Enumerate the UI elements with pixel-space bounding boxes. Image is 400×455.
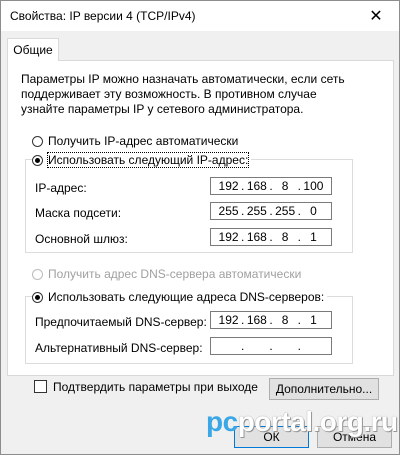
gateway-input[interactable]: 192. 168. 8. 1 (210, 228, 332, 246)
octet: 192 (218, 313, 239, 327)
radio-dns-manual-indicator[interactable] (32, 291, 43, 303)
close-icon: ✕ (369, 8, 383, 25)
octet: 168 (246, 313, 267, 327)
octet: 1 (310, 313, 317, 327)
octet: 0 (310, 204, 317, 218)
radio-ip-manual[interactable]: Использовать следующий IP-адрес: (32, 152, 252, 168)
octet: 192 (218, 230, 239, 244)
radio-dns-auto[interactable]: Получить адрес DNS-сервера автоматически (32, 267, 305, 281)
validate-label: Подтвердить параметры при выходе (53, 380, 258, 394)
dot: . (269, 204, 273, 218)
tab-general[interactable]: Общие (7, 38, 59, 61)
radio-ip-auto-indicator[interactable] (32, 135, 43, 147)
octet: 255 (218, 204, 239, 218)
title-bar: Свойства: IP версии 4 (TCP/IPv4) ✕ (1, 1, 399, 31)
radio-dns-manual[interactable]: Использовать следующие адреса DNS-сервер… (32, 290, 328, 304)
watermark-prefix: pc (206, 406, 238, 437)
dot: . (241, 179, 245, 193)
dot: . (297, 204, 301, 218)
subnet-mask-label: Маска подсети: (35, 206, 122, 220)
octet: 255 (275, 204, 296, 218)
validate-checkbox[interactable] (34, 380, 47, 393)
octet: 8 (281, 179, 289, 193)
octet: 8 (281, 313, 289, 327)
octet: 168 (246, 230, 267, 244)
octet: 255 (246, 204, 267, 218)
dot: . (269, 313, 273, 327)
dot: . (241, 313, 245, 327)
dot: . (297, 313, 301, 327)
dot: . (269, 230, 273, 244)
dot: . (241, 230, 245, 244)
dot: . (297, 230, 301, 244)
radio-dns-auto-label: Получить адрес DNS-сервера автоматически (48, 267, 302, 281)
dot: . (297, 339, 301, 353)
dot: . (241, 339, 245, 353)
octet: 8 (281, 230, 289, 244)
dialog-window: Свойства: IP версии 4 (TCP/IPv4) ✕ Общие… (0, 0, 400, 455)
description-text: Параметры IP можно назначать автоматичес… (21, 72, 345, 116)
radio-dns-auto-indicator[interactable] (32, 268, 43, 280)
advanced-button[interactable]: Дополнительно... (269, 378, 379, 400)
window-title: Свойства: IP версии 4 (TCP/IPv4) (10, 9, 196, 23)
radio-ip-auto[interactable]: Получить IP-адрес автоматически (32, 134, 242, 148)
dot: . (241, 204, 245, 218)
watermark-logo: pc portal.org.ru (206, 399, 398, 445)
radio-ip-auto-label: Получить IP-адрес автоматически (48, 134, 239, 148)
watermark-domain: portal.org.ru (237, 406, 398, 437)
preferred-dns-input[interactable]: 192. 168. 8. 1 (210, 311, 332, 329)
dot: . (269, 179, 273, 193)
close-button[interactable]: ✕ (353, 1, 399, 31)
ip-address-input[interactable]: 192. 168. 8. 100 (210, 177, 332, 195)
radio-ip-manual-indicator[interactable] (32, 154, 43, 166)
preferred-dns-label: Предпочитаемый DNS-сервер: (35, 315, 207, 329)
octet: 168 (246, 179, 267, 193)
octet: 100 (303, 179, 324, 193)
dot: . (297, 179, 301, 193)
ip-address-label: IP-адрес: (35, 181, 87, 195)
alternate-dns-input[interactable]: . . . (210, 337, 332, 355)
subnet-mask-input[interactable]: 255. 255. 255. 0 (210, 202, 332, 220)
octet: 1 (310, 230, 317, 244)
dot: . (269, 339, 273, 353)
gateway-label: Основной шлюз: (35, 232, 128, 246)
octet: 192 (218, 179, 239, 193)
alternate-dns-label: Альтернативный DNS-сервер: (35, 341, 203, 355)
radio-dns-manual-label: Использовать следующие адреса DNS-сервер… (48, 290, 325, 304)
radio-ip-manual-label: Использовать следующий IP-адрес: (46, 152, 250, 168)
